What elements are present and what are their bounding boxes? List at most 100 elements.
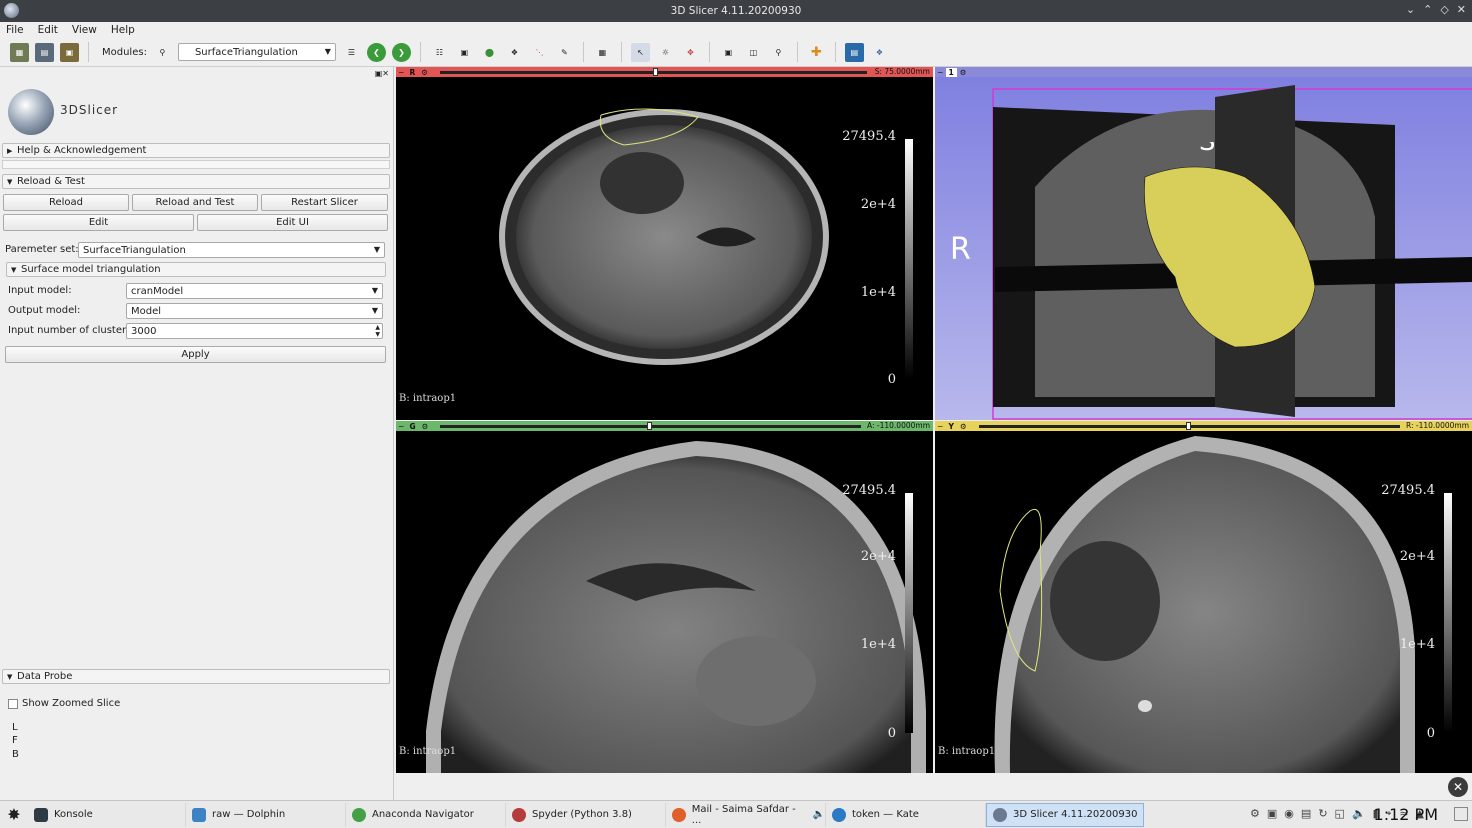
green-slider-handle[interactable] [647,422,652,430]
section-title: Reload & Test [17,176,85,187]
help-acknowledgement-section[interactable]: ▶ Help & Acknowledgement [2,143,390,158]
module-history-icon[interactable]: ☰ [342,43,361,62]
input-model-select[interactable]: cranModel ▼ [126,283,383,299]
menu-view[interactable]: View [72,24,97,36]
layout-icon[interactable]: ▦ [593,43,612,62]
main-toolbar: ▦ ▤ ▣ Modules: ⚲ SurfaceTriangulation ▼ … [0,38,1472,67]
view-settings-icon[interactable]: ⚙ [419,422,432,431]
notes-tray-icon[interactable]: ▣ [1267,807,1277,820]
python-console-close-icon[interactable]: ✕ [1448,777,1468,797]
view-settings-icon[interactable]: ⚙ [957,422,970,431]
segment-editor-icon[interactable]: ✎ [555,43,574,62]
reload-and-test-button[interactable]: Reload and Test [132,194,258,211]
application-launcher-icon[interactable]: ✸ [0,803,28,827]
markups-icon[interactable]: ⋱ [530,43,549,62]
task-kate[interactable]: token — Kate [826,802,986,827]
module-panel: ▣✕ 3DSlicer ▶ Help & Acknowledgement ▼ R… [0,67,394,800]
speaker-icon: 🔈 [812,809,825,820]
clipboard-tray-icon[interactable]: ▤ [1301,807,1311,820]
screenshot-icon[interactable]: ▣ [719,43,738,62]
task-label: 3D Slicer 4.11.20200930 [1013,809,1138,820]
back-arrow-icon[interactable]: ❮ [366,42,386,62]
apply-button[interactable]: Apply [5,346,386,363]
reload-test-section[interactable]: ▼ Reload & Test [2,174,390,189]
scale-max: 27495.4 [842,483,896,498]
forward-arrow-icon[interactable]: ❯ [391,42,411,62]
yellow-slider-handle[interactable] [1186,422,1191,430]
pin-icon[interactable]: ─ [396,68,407,77]
red-slider-handle[interactable] [653,68,658,76]
view-settings-icon[interactable]: ⚙ [418,68,431,77]
module-selector[interactable]: SurfaceTriangulation ▼ [177,43,336,61]
panel-float-close-icon[interactable]: ▣✕ [375,69,389,78]
sync-tray-icon[interactable]: ↻ [1318,807,1327,820]
folder-icon [192,807,206,822]
data-tree-icon[interactable]: ☷ [430,43,449,62]
task-spyder[interactable]: Spyder (Python 3.8) [506,802,666,827]
edit-button[interactable]: Edit [3,214,194,231]
settings-tray-icon[interactable]: ⚙ [1250,807,1260,820]
module-search-icon[interactable]: ⚲ [153,43,172,62]
reload-button[interactable]: Reload [3,194,129,211]
parameter-set-select[interactable]: SurfaceTriangulation ▼ [78,242,385,258]
volume-tray-icon[interactable]: 🔈 [1352,807,1366,820]
close-icon[interactable]: ✕ [1457,3,1466,16]
task-anaconda[interactable]: Anaconda Navigator [346,802,506,827]
pin-icon[interactable]: ─ [935,422,946,431]
task-konsole[interactable]: Konsole [28,802,186,827]
red-view-label: B: intraop1 [399,393,457,404]
restart-slicer-button[interactable]: Restart Slicer [261,194,388,211]
show-desktop-icon[interactable] [1454,807,1468,821]
show-zoomed-slice-checkbox[interactable] [8,699,18,709]
scene-view-icon[interactable]: ◫ [744,43,763,62]
input-model-value: cranModel [131,285,184,297]
display-tray-icon[interactable]: ◱ [1335,807,1345,820]
zoom-scene-icon[interactable]: ⚲ [769,43,788,62]
menu-edit[interactable]: Edit [38,24,58,36]
crosshair-icon[interactable]: ✚ [807,43,826,62]
red-slice-view[interactable]: ─ R ⚙ S: 75.0000mm 27495.4 2e+4 1e+4 0 B… [396,67,933,420]
green-view-label: B: intraop1 [399,746,457,757]
restore-icon[interactable]: ⌃ [1423,3,1432,16]
data-probe-section[interactable]: ▼ Data Probe [2,669,390,684]
clusters-spinbox[interactable]: 3000 ▲ ▼ [126,323,383,339]
section-title: Surface model triangulation [21,264,161,275]
menu-help[interactable]: Help [111,24,135,36]
volumes-icon[interactable]: ▣ [455,43,474,62]
task-dolphin[interactable]: raw — Dolphin [186,802,346,827]
green-slice-view[interactable]: ─ G ⚙ A: -110.0000mm 27495.4 2e+4 1e+4 0… [396,421,933,773]
view-settings-icon[interactable]: ⚙ [957,68,970,77]
pin-icon[interactable]: ─ [396,422,407,431]
spin-arrows-icon[interactable]: ▲ ▼ [375,324,380,338]
menu-file[interactable]: File [6,24,24,36]
pointer-icon[interactable]: ↖ [630,42,650,62]
save-icon[interactable]: ▣ [60,42,79,62]
python-console-icon[interactable]: ❖ [870,43,889,62]
edit-ui-button[interactable]: Edit UI [197,214,388,231]
models-icon[interactable]: ⬤ [480,43,499,62]
updates-tray-icon[interactable]: ◉ [1284,807,1294,820]
dcm-icon[interactable]: ▤ [35,42,54,62]
yellow-view-label: B: intraop1 [938,746,996,757]
surface-model-triangulation-section[interactable]: ▼ Surface model triangulation [6,262,386,277]
output-model-select[interactable]: Model ▼ [126,303,383,319]
task-mail[interactable]: Mail - Saima Safdar - ... 🔈 [666,802,826,827]
crosshair-mode-icon[interactable]: ✥ [681,43,700,62]
task-3d-slicer[interactable]: 3D Slicer 4.11.20200930 [986,802,1144,827]
pin-icon[interactable]: ─ [935,68,946,77]
window-title: 3D Slicer 4.11.20200930 [670,5,802,17]
output-model-value: Model [131,305,162,317]
minimize-icon[interactable]: ⌄ [1406,3,1415,16]
data-icon[interactable]: ▦ [10,42,29,62]
window-level-icon[interactable]: ☼ [656,43,675,62]
yellow-view-badge: Y [948,421,954,431]
transforms-icon[interactable]: ❖ [505,43,524,62]
toolbar-divider [88,42,89,62]
clock[interactable]: 1:12 PM [1374,805,1438,824]
maximize-icon[interactable]: ◇ [1440,3,1448,16]
chevron-down-icon: ▼ [373,245,380,254]
yellow-slice-view[interactable]: ─ Y ⚙ R: -110.0000mm 27495.4 2e+4 1e+4 0… [935,421,1472,773]
task-label: Konsole [54,809,93,820]
three-d-view[interactable]: ─ 1 ⚙ R S [935,67,1472,420]
extension-manager-icon[interactable]: ▤ [844,42,864,62]
